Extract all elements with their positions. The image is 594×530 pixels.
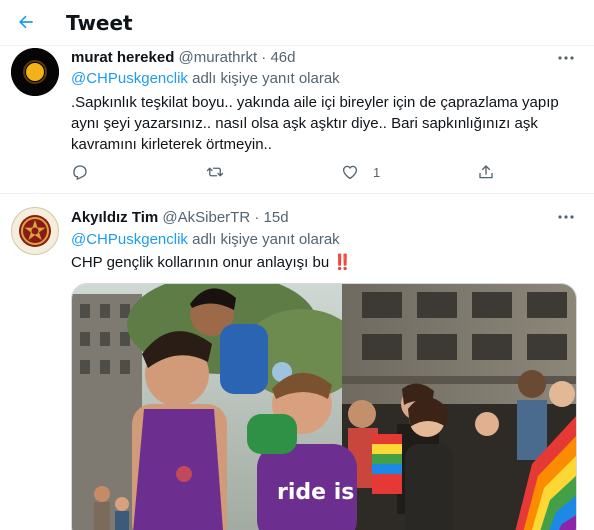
avatar[interactable] [11, 48, 59, 96]
user-handle[interactable]: @AkSiberTR [162, 209, 250, 226]
emblem-avatar-icon [13, 209, 57, 253]
tweet-meta: murat hereked @murathrkt · 46d [71, 49, 296, 66]
back-button[interactable] [12, 8, 40, 36]
tweet-item[interactable]: murat hereked @murathrkt · 46d @CHPuskge… [0, 46, 594, 194]
heart-icon [342, 165, 358, 180]
reply-context-label: adlı kişiye yanıt olarak [187, 70, 340, 87]
meta-separator: · [261, 49, 267, 66]
tweet-text-line: .Sapkınlık teşkilat boyu.. yakında aile … [71, 94, 559, 111]
double-exclamation-emoji: ‼️ [333, 254, 353, 271]
display-name[interactable]: Akyıldız Tim [71, 209, 158, 226]
more-icon [558, 56, 574, 60]
arrow-left-icon [19, 15, 33, 29]
reply-context: @CHPuskgenclik adlı kişiye yanıt olarak [71, 70, 340, 87]
meta-separator: · [254, 209, 260, 226]
like-count: 1 [373, 164, 381, 180]
sun-avatar-icon [11, 48, 59, 96]
tweet-text: CHP gençlik kollarının onur anlayışı bu … [71, 252, 561, 273]
tweet-time[interactable]: 15d [264, 209, 289, 226]
top-header: Tweet [0, 0, 594, 46]
tweet-item[interactable]: Akyıldız Tim @AkSiberTR · 15d @CHPuskgen… [0, 195, 594, 530]
retweet-icon [206, 167, 224, 177]
more-icon [558, 215, 574, 219]
reply-mention-link[interactable]: @CHPuskgenclik [71, 70, 188, 87]
avatar[interactable] [11, 207, 59, 255]
tweet-photo[interactable]: ride is [71, 283, 577, 530]
tweet-text: .Sapkınlık teşkilat boyu.. yakında aile … [71, 92, 561, 155]
tweet-time[interactable]: 46d [270, 49, 295, 66]
reply-context: @CHPuskgenclik adlı kişiye yanıt olarak [71, 231, 340, 248]
display-name[interactable]: murat hereked [71, 49, 174, 66]
parade-photo: ride is [72, 284, 576, 530]
tweet-actions: 1 [71, 162, 511, 182]
share-button[interactable] [477, 162, 495, 182]
reply-button[interactable] [71, 162, 89, 182]
tweet-meta: Akyıldız Tim @AkSiberTR · 15d [71, 209, 289, 226]
page-title: Tweet [66, 11, 133, 35]
reply-context-label: adlı kişiye yanıt olarak [187, 231, 340, 248]
shirt-text: ride is [277, 480, 354, 505]
retweet-button[interactable] [205, 162, 225, 182]
reply-mention-link[interactable]: @CHPuskgenclik [71, 231, 188, 248]
share-icon [479, 165, 493, 179]
tweet-text-line: CHP gençlik kollarının onur anlayışı bu [71, 254, 334, 271]
reply-icon [73, 165, 87, 181]
more-options-button[interactable] [554, 208, 578, 226]
tweet-text-line: aynı şeyi yazarsınız.. nasıl olsa aşk aş… [71, 115, 538, 132]
like-button[interactable]: 1 [341, 162, 380, 182]
tweet-text-line: kavramını kirleterek örtmeyin.. [71, 136, 272, 153]
user-handle[interactable]: @murathrkt [179, 49, 258, 66]
more-options-button[interactable] [554, 49, 578, 67]
